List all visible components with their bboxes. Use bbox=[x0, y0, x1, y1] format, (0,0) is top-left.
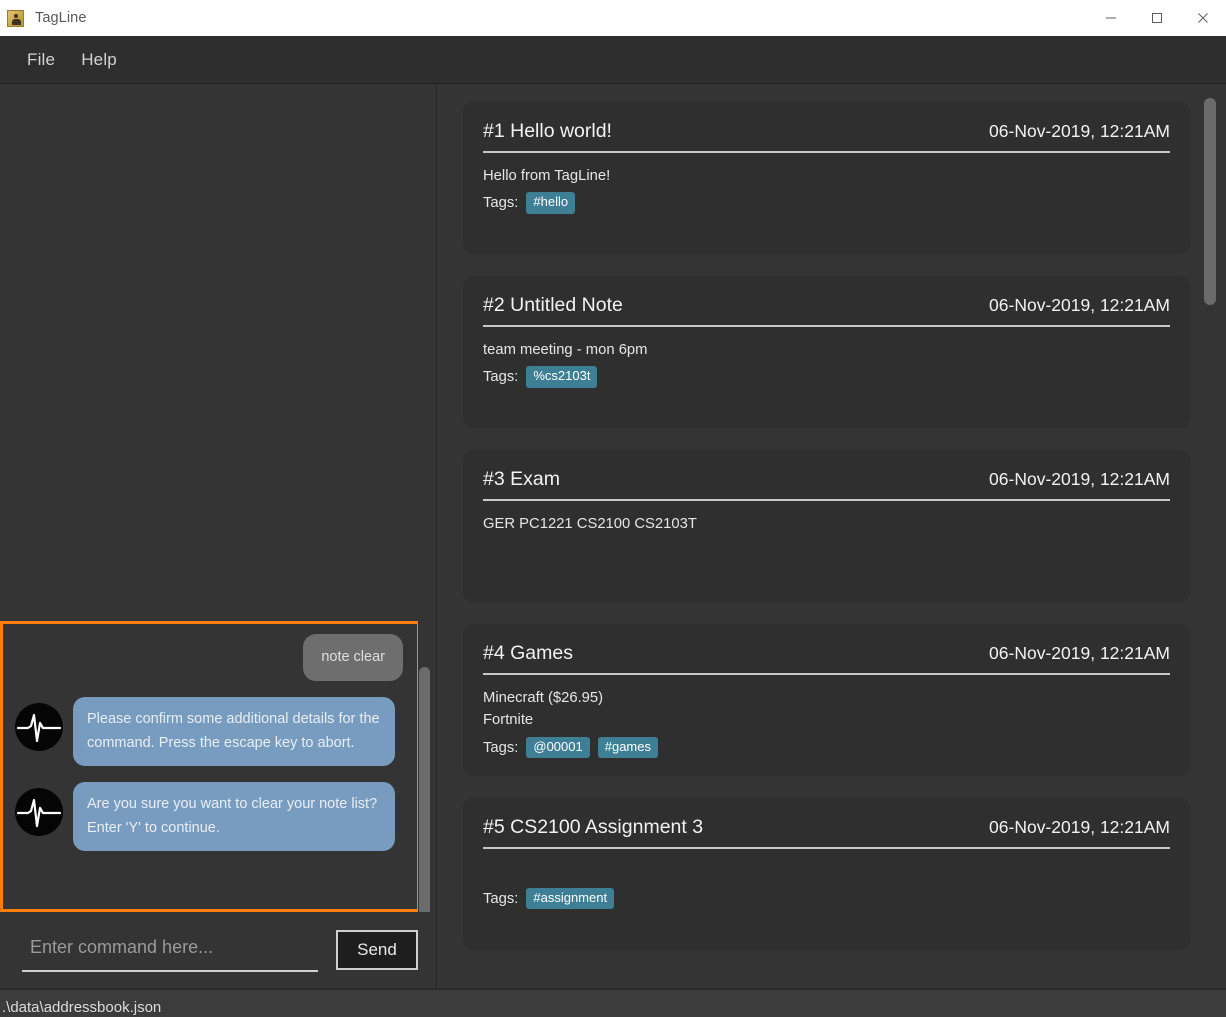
window-title: TagLine bbox=[35, 10, 87, 26]
statusbar-path: .\data\addressbook.json bbox=[2, 999, 162, 1016]
menu-item-help[interactable]: Help bbox=[68, 46, 130, 74]
note-list-scrollbar-thumb[interactable] bbox=[1204, 98, 1216, 305]
note-title: #2 Untitled Note bbox=[483, 294, 623, 316]
minimize-icon bbox=[1106, 17, 1116, 19]
chat-bubble-bot: Please confirm some additional details f… bbox=[73, 697, 395, 767]
note-card[interactable]: #1 Hello world! 06-Nov-2019, 12:21AM Hel… bbox=[463, 102, 1190, 254]
note-divider bbox=[483, 499, 1170, 501]
tags-label: Tags: bbox=[483, 890, 519, 907]
note-body-line: Fortnite bbox=[483, 712, 534, 729]
note-tags: Tags: @00001 #games bbox=[483, 736, 1170, 759]
note-body-line: GER PC1221 CS2100 CS2103T bbox=[483, 516, 697, 532]
tag-chip[interactable]: #hello bbox=[526, 192, 576, 214]
note-date: 06-Nov-2019, 12:21AM bbox=[989, 643, 1170, 663]
note-body-line: team meeting - mon 6pm bbox=[483, 342, 648, 358]
note-card[interactable]: #4 Games 06-Nov-2019, 12:21AM Minecraft … bbox=[463, 624, 1190, 776]
command-input-row: Send bbox=[0, 912, 436, 988]
pulse-waveform-icon bbox=[15, 703, 63, 752]
note-date: 06-Nov-2019, 12:21AM bbox=[989, 121, 1170, 141]
note-body-line: Minecraft ($26.95) bbox=[483, 690, 604, 706]
menubar: File Help bbox=[0, 36, 1226, 84]
note-divider bbox=[483, 325, 1170, 327]
note-header: #2 Untitled Note 06-Nov-2019, 12:21AM bbox=[483, 294, 1170, 317]
note-title: #4 Games bbox=[483, 642, 573, 664]
tags-label: Tags: bbox=[483, 739, 519, 756]
note-body-line: Hello from TagLine! bbox=[483, 168, 611, 184]
minimize-button[interactable] bbox=[1088, 0, 1134, 36]
person-badge-icon bbox=[7, 9, 24, 27]
chat-empty-space bbox=[0, 84, 436, 614]
close-icon bbox=[1198, 13, 1208, 23]
command-input[interactable] bbox=[22, 928, 318, 972]
note-date: 06-Nov-2019, 12:21AM bbox=[989, 295, 1170, 315]
note-list-panel: #1 Hello world! 06-Nov-2019, 12:21AM Hel… bbox=[437, 84, 1226, 988]
note-card[interactable]: #2 Untitled Note 06-Nov-2019, 12:21AM te… bbox=[463, 276, 1190, 428]
note-card[interactable]: #3 Exam 06-Nov-2019, 12:21AM GER PC1221 … bbox=[463, 450, 1190, 602]
note-tags: Tags: #hello bbox=[483, 192, 1170, 214]
tag-chip[interactable]: #assignment bbox=[526, 888, 615, 910]
command-panel: note clear Please confirm some additiona… bbox=[0, 84, 437, 988]
chat-scrollbar-thumb[interactable] bbox=[419, 667, 430, 912]
note-title: #3 Exam bbox=[483, 468, 560, 490]
chat-bubble-bot: Are you sure you want to clear your note… bbox=[73, 782, 395, 852]
tags-label: Tags: bbox=[483, 369, 519, 386]
note-tags: Tags: #assignment bbox=[483, 888, 1170, 910]
note-list-scrollbar[interactable] bbox=[1203, 84, 1217, 988]
pulse-waveform-icon bbox=[15, 788, 63, 837]
main-content: note clear Please confirm some additiona… bbox=[0, 84, 1226, 988]
note-divider bbox=[483, 673, 1170, 675]
note-body-line bbox=[483, 861, 1170, 883]
maximize-button[interactable] bbox=[1134, 0, 1180, 36]
maximize-icon bbox=[1152, 13, 1162, 23]
note-divider bbox=[483, 847, 1170, 849]
note-header: #4 Games 06-Nov-2019, 12:21AM bbox=[483, 642, 1170, 665]
note-header: #1 Hello world! 06-Nov-2019, 12:21AM bbox=[483, 120, 1170, 143]
tag-chip[interactable]: #games bbox=[597, 736, 658, 759]
chat-scrollbar[interactable] bbox=[418, 579, 431, 912]
chat-message-bot: Are you sure you want to clear your note… bbox=[15, 782, 403, 852]
chat-focus-region: note clear Please confirm some additiona… bbox=[0, 621, 420, 912]
note-header: #5 CS2100 Assignment 3 06-Nov-2019, 12:2… bbox=[483, 816, 1170, 839]
note-divider bbox=[483, 151, 1170, 153]
chat-bubble-user: note clear bbox=[303, 634, 403, 682]
statusbar: .\data\addressbook.json bbox=[0, 988, 1226, 1017]
note-card[interactable]: #5 CS2100 Assignment 3 06-Nov-2019, 12:2… bbox=[463, 798, 1190, 950]
note-date: 06-Nov-2019, 12:21AM bbox=[989, 817, 1170, 837]
note-tags: Tags: %cs2103t bbox=[483, 366, 1170, 388]
menu-item-file[interactable]: File bbox=[14, 46, 68, 74]
tag-chip[interactable]: %cs2103t bbox=[526, 366, 598, 388]
chat-message-list: note clear Please confirm some additiona… bbox=[3, 624, 417, 877]
window-controls bbox=[1088, 0, 1226, 36]
send-button[interactable]: Send bbox=[336, 930, 418, 970]
tag-chip[interactable]: @00001 bbox=[526, 736, 590, 759]
window-titlebar: TagLine bbox=[0, 0, 1226, 36]
note-title: #1 Hello world! bbox=[483, 120, 612, 142]
tags-label: Tags: bbox=[483, 195, 519, 212]
note-header: #3 Exam 06-Nov-2019, 12:21AM bbox=[483, 468, 1170, 491]
chat-message-bot: Please confirm some additional details f… bbox=[15, 697, 403, 767]
note-title: #5 CS2100 Assignment 3 bbox=[483, 816, 704, 838]
chat-message-user: note clear bbox=[15, 634, 403, 682]
note-date: 06-Nov-2019, 12:21AM bbox=[989, 469, 1170, 489]
note-list: #1 Hello world! 06-Nov-2019, 12:21AM Hel… bbox=[463, 102, 1190, 950]
chat-scroll-area[interactable]: note clear Please confirm some additiona… bbox=[0, 84, 436, 912]
close-button[interactable] bbox=[1180, 0, 1226, 36]
